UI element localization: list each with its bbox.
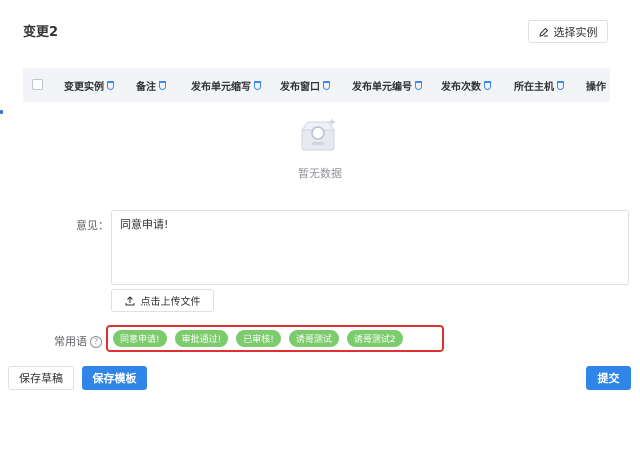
phrase-tag[interactable]: 诱哥测试 [288,330,339,347]
common-phrases-group: 同意申请! 审批通过! 已审核! 诱哥测试 诱哥测试2 [106,325,444,352]
filter-icon[interactable] [159,80,166,90]
common-phrases-label-wrap: 常用语? [54,333,102,349]
phrase-tag[interactable]: 已审核! [236,330,281,347]
phrase-tag[interactable]: 同意申请! [113,330,167,347]
opinion-value: 同意申请! [120,218,169,231]
edit-icon [538,27,548,37]
column-header: 发布次数 [441,68,491,102]
save-template-button[interactable]: 保存模板 [82,366,147,390]
empty-text: 暂无数据 [298,167,342,180]
column-header: 发布单元编号 [352,68,422,102]
upload-icon [125,295,134,305]
phrase-tag[interactable]: 诱哥测试2 [346,330,403,347]
phrase-tag[interactable]: 审批通过! [174,330,229,347]
column-header: 变更实例 [64,68,114,102]
page-title: 变更2 [23,25,59,40]
column-header: 所在主机 [514,68,564,102]
submit-button[interactable]: 提交 [586,366,631,390]
column-header: 发布单元缩写 [191,68,261,102]
filter-icon[interactable] [107,80,114,90]
filter-icon[interactable] [484,80,491,90]
help-icon[interactable]: ? [90,336,102,348]
select-instance-label: 选择实例 [553,25,598,39]
select-instance-button[interactable]: 选择实例 [528,20,608,43]
column-header: 备注 [136,68,166,102]
filter-icon[interactable] [254,80,261,90]
opinion-label: 意见： [76,219,109,232]
save-draft-button[interactable]: 保存草稿 [8,366,74,390]
column-header: 发布窗口 [280,68,330,102]
select-all-checkbox[interactable] [32,79,43,90]
filter-icon[interactable] [323,80,330,90]
upload-file-label: 点击上传文件 [140,297,201,308]
opinion-textarea[interactable]: 同意申请! [111,210,629,285]
empty-data-icon [301,118,336,151]
upload-file-button[interactable]: 点击上传文件 [111,289,214,312]
common-phrases-label: 常用语 [54,335,87,348]
filter-icon[interactable] [557,80,564,90]
table-header: 变更实例 备注 发布单元缩写 发布窗口 发布单元编号 发布次数 所在主机 操作 [23,68,610,102]
filter-icon[interactable] [415,80,422,90]
column-header: 操作 [586,81,606,93]
side-indicator [0,110,3,114]
